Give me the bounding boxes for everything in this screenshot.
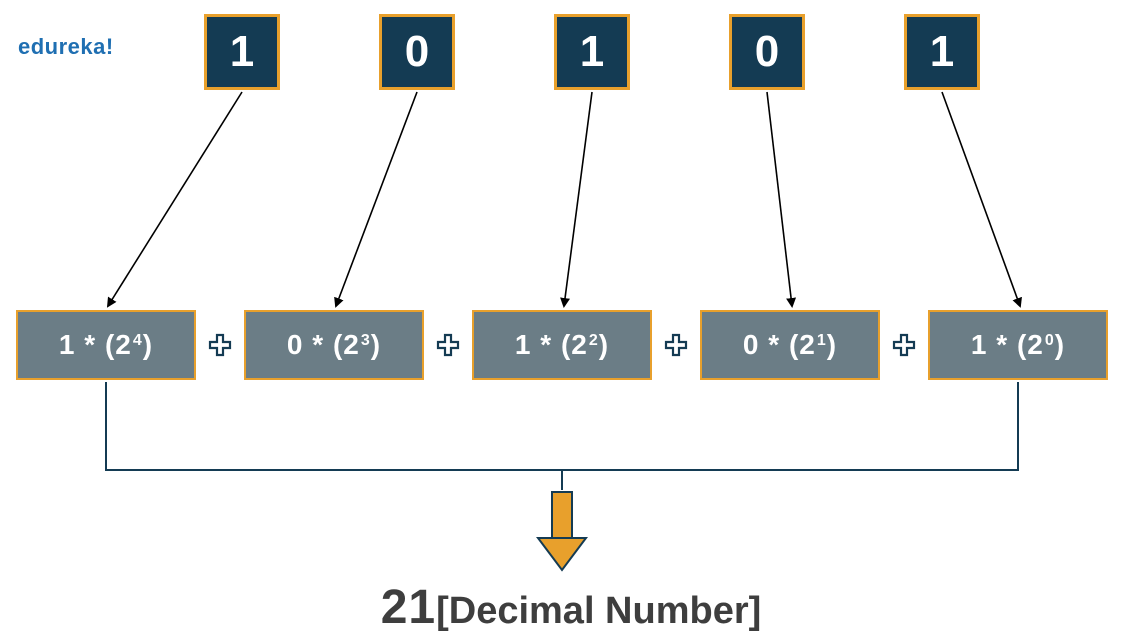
result-value: 21 [381,581,436,634]
plus-icon [436,333,460,357]
term-exp: 1 [817,332,827,350]
bit-box-3: 0 [379,14,455,90]
term-box-0: 1 * (20) [928,310,1108,380]
term-exp: 0 [1045,332,1055,350]
term-exp: 2 [589,332,599,350]
term-box-2: 1 * (22) [472,310,652,380]
down-arrow-icon [538,492,586,570]
bit-box-0: 1 [904,14,980,90]
result-row: 21[Decimal Number] [0,580,1142,635]
plus-icon [892,333,916,357]
plus-icon [208,333,232,357]
term-box-4: 1 * (24) [16,310,196,380]
term-box-1: 0 * (21) [700,310,880,380]
term-exp: 4 [133,332,143,350]
term-coef: 0 [287,329,304,361]
term-box-3: 0 * (23) [244,310,424,380]
bit-box-1: 0 [729,14,805,90]
result-label: [Decimal Number] [436,590,761,632]
bit-box-4: 1 [204,14,280,90]
term-coef: 1 [59,329,76,361]
term-coef: 0 [743,329,760,361]
term-exp: 3 [361,332,371,350]
bit-box-2: 1 [554,14,630,90]
plus-icon [664,333,688,357]
term-coef: 1 [515,329,532,361]
term-coef: 1 [971,329,988,361]
brand-logo: edureka! [18,34,114,60]
